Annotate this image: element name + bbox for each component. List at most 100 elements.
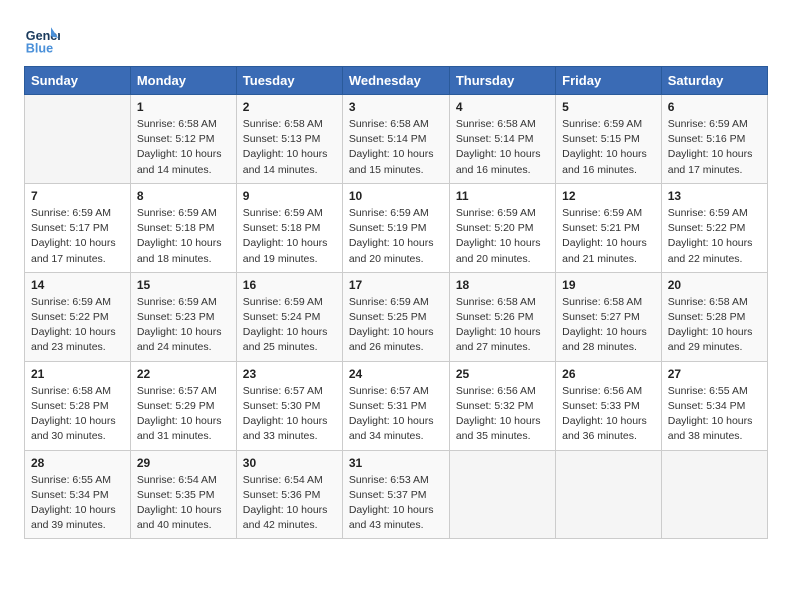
calendar-cell: 23 Sunrise: 6:57 AM Sunset: 5:30 PM Dayli… — [236, 361, 342, 450]
day-number: 29 — [137, 456, 230, 470]
day-info: Sunrise: 6:58 AM Sunset: 5:26 PM Dayligh… — [456, 295, 549, 356]
day-info: Sunrise: 6:59 AM Sunset: 5:15 PM Dayligh… — [562, 117, 655, 178]
day-number: 3 — [349, 100, 443, 114]
calendar-cell: 9 Sunrise: 6:59 AM Sunset: 5:18 PM Daylig… — [236, 183, 342, 272]
day-info: Sunrise: 6:58 AM Sunset: 5:27 PM Dayligh… — [562, 295, 655, 356]
calendar-cell: 27 Sunrise: 6:55 AM Sunset: 5:34 PM Dayli… — [661, 361, 767, 450]
day-info: Sunrise: 6:59 AM Sunset: 5:25 PM Dayligh… — [349, 295, 443, 356]
day-number: 13 — [668, 189, 761, 203]
day-info: Sunrise: 6:54 AM Sunset: 5:36 PM Dayligh… — [243, 473, 336, 534]
calendar-week-row: 21 Sunrise: 6:58 AM Sunset: 5:28 PM Dayli… — [25, 361, 768, 450]
day-info: Sunrise: 6:58 AM Sunset: 5:14 PM Dayligh… — [349, 117, 443, 178]
day-info: Sunrise: 6:58 AM Sunset: 5:14 PM Dayligh… — [456, 117, 549, 178]
calendar-cell: 30 Sunrise: 6:54 AM Sunset: 5:36 PM Dayli… — [236, 450, 342, 539]
day-info: Sunrise: 6:59 AM Sunset: 5:18 PM Dayligh… — [243, 206, 336, 267]
day-number: 14 — [31, 278, 124, 292]
day-number: 1 — [137, 100, 230, 114]
calendar-cell: 24 Sunrise: 6:57 AM Sunset: 5:31 PM Dayli… — [342, 361, 449, 450]
calendar-cell: 5Sunrise: 6:59 AM Sunset: 5:15 PM Daylig… — [556, 95, 662, 184]
calendar-cell: 31 Sunrise: 6:53 AM Sunset: 5:37 PM Dayli… — [342, 450, 449, 539]
day-info: Sunrise: 6:59 AM Sunset: 5:17 PM Dayligh… — [31, 206, 124, 267]
day-number: 31 — [349, 456, 443, 470]
day-info: Sunrise: 6:53 AM Sunset: 5:37 PM Dayligh… — [349, 473, 443, 534]
day-number: 4 — [456, 100, 549, 114]
page-header: General Blue — [24, 20, 768, 56]
day-number: 20 — [668, 278, 761, 292]
logo-icon: General Blue — [24, 20, 60, 56]
calendar-cell — [556, 450, 662, 539]
day-info: Sunrise: 6:59 AM Sunset: 5:24 PM Dayligh… — [243, 295, 336, 356]
weekday-header-wednesday: Wednesday — [342, 67, 449, 95]
day-number: 18 — [456, 278, 549, 292]
calendar-cell: 25 Sunrise: 6:56 AM Sunset: 5:32 PM Dayli… — [449, 361, 555, 450]
calendar-cell: 13 Sunrise: 6:59 AM Sunset: 5:22 PM Dayli… — [661, 183, 767, 272]
calendar-cell: 17 Sunrise: 6:59 AM Sunset: 5:25 PM Dayli… — [342, 272, 449, 361]
day-info: Sunrise: 6:55 AM Sunset: 5:34 PM Dayligh… — [668, 384, 761, 445]
day-number: 6 — [668, 100, 761, 114]
calendar-cell: 4 Sunrise: 6:58 AM Sunset: 5:14 PM Daylig… — [449, 95, 555, 184]
day-info: Sunrise: 6:56 AM Sunset: 5:33 PM Dayligh… — [562, 384, 655, 445]
day-number: 21 — [31, 367, 124, 381]
weekday-header-sunday: Sunday — [25, 67, 131, 95]
calendar-cell: 20 Sunrise: 6:58 AM Sunset: 5:28 PM Dayli… — [661, 272, 767, 361]
calendar-cell: 22Sunrise: 6:57 AM Sunset: 5:29 PM Dayli… — [130, 361, 236, 450]
weekday-header-row: SundayMondayTuesdayWednesdayThursdayFrid… — [25, 67, 768, 95]
calendar-cell: 16 Sunrise: 6:59 AM Sunset: 5:24 PM Dayli… — [236, 272, 342, 361]
calendar-cell: 19 Sunrise: 6:58 AM Sunset: 5:27 PM Dayli… — [556, 272, 662, 361]
calendar-cell: 11Sunrise: 6:59 AM Sunset: 5:20 PM Dayli… — [449, 183, 555, 272]
day-info: Sunrise: 6:57 AM Sunset: 5:31 PM Dayligh… — [349, 384, 443, 445]
day-info: Sunrise: 6:59 AM Sunset: 5:16 PM Dayligh… — [668, 117, 761, 178]
day-number: 24 — [349, 367, 443, 381]
day-number: 16 — [243, 278, 336, 292]
calendar-cell — [25, 95, 131, 184]
day-number: 30 — [243, 456, 336, 470]
day-info: Sunrise: 6:59 AM Sunset: 5:22 PM Dayligh… — [31, 295, 124, 356]
day-number: 7 — [31, 189, 124, 203]
calendar-cell: 14 Sunrise: 6:59 AM Sunset: 5:22 PM Dayli… — [25, 272, 131, 361]
day-info: Sunrise: 6:58 AM Sunset: 5:28 PM Dayligh… — [668, 295, 761, 356]
weekday-header-friday: Friday — [556, 67, 662, 95]
calendar-cell: 10Sunrise: 6:59 AM Sunset: 5:19 PM Dayli… — [342, 183, 449, 272]
calendar-cell: 7 Sunrise: 6:59 AM Sunset: 5:17 PM Daylig… — [25, 183, 131, 272]
weekday-header-saturday: Saturday — [661, 67, 767, 95]
calendar-week-row: 14 Sunrise: 6:59 AM Sunset: 5:22 PM Dayli… — [25, 272, 768, 361]
calendar-table: SundayMondayTuesdayWednesdayThursdayFrid… — [24, 66, 768, 539]
weekday-header-thursday: Thursday — [449, 67, 555, 95]
day-info: Sunrise: 6:58 AM Sunset: 5:13 PM Dayligh… — [243, 117, 336, 178]
calendar-header: SundayMondayTuesdayWednesdayThursdayFrid… — [25, 67, 768, 95]
day-info: Sunrise: 6:57 AM Sunset: 5:30 PM Dayligh… — [243, 384, 336, 445]
calendar-cell: 15Sunrise: 6:59 AM Sunset: 5:23 PM Dayli… — [130, 272, 236, 361]
calendar-cell: 2 Sunrise: 6:58 AM Sunset: 5:13 PM Daylig… — [236, 95, 342, 184]
calendar-week-row: 7 Sunrise: 6:59 AM Sunset: 5:17 PM Daylig… — [25, 183, 768, 272]
weekday-header-tuesday: Tuesday — [236, 67, 342, 95]
day-number: 27 — [668, 367, 761, 381]
calendar-cell: 1 Sunrise: 6:58 AM Sunset: 5:12 PM Daylig… — [130, 95, 236, 184]
weekday-header-monday: Monday — [130, 67, 236, 95]
calendar-cell: 18 Sunrise: 6:58 AM Sunset: 5:26 PM Dayli… — [449, 272, 555, 361]
calendar-cell: 26 Sunrise: 6:56 AM Sunset: 5:33 PM Dayli… — [556, 361, 662, 450]
day-info: Sunrise: 6:54 AM Sunset: 5:35 PM Dayligh… — [137, 473, 230, 534]
day-info: Sunrise: 6:56 AM Sunset: 5:32 PM Dayligh… — [456, 384, 549, 445]
calendar-cell: 8Sunrise: 6:59 AM Sunset: 5:18 PM Daylig… — [130, 183, 236, 272]
day-info: Sunrise: 6:59 AM Sunset: 5:23 PM Dayligh… — [137, 295, 230, 356]
day-info: Sunrise: 6:58 AM Sunset: 5:28 PM Dayligh… — [31, 384, 124, 445]
day-info: Sunrise: 6:58 AM Sunset: 5:12 PM Dayligh… — [137, 117, 230, 178]
calendar-cell: 21 Sunrise: 6:58 AM Sunset: 5:28 PM Dayli… — [25, 361, 131, 450]
day-number: 25 — [456, 367, 549, 381]
calendar-cell — [449, 450, 555, 539]
day-info: Sunrise: 6:59 AM Sunset: 5:20 PM Dayligh… — [456, 206, 549, 267]
day-number: 9 — [243, 189, 336, 203]
day-number: 19 — [562, 278, 655, 292]
day-number: 17 — [349, 278, 443, 292]
day-number: 26 — [562, 367, 655, 381]
day-info: Sunrise: 6:59 AM Sunset: 5:22 PM Dayligh… — [668, 206, 761, 267]
calendar-body: 1 Sunrise: 6:58 AM Sunset: 5:12 PM Daylig… — [25, 95, 768, 539]
calendar-cell — [661, 450, 767, 539]
day-number: 23 — [243, 367, 336, 381]
day-number: 2 — [243, 100, 336, 114]
day-number: 8 — [137, 189, 230, 203]
calendar-cell: 12Sunrise: 6:59 AM Sunset: 5:21 PM Dayli… — [556, 183, 662, 272]
day-number: 10 — [349, 189, 443, 203]
svg-text:Blue: Blue — [26, 41, 53, 55]
logo: General Blue — [24, 20, 60, 56]
